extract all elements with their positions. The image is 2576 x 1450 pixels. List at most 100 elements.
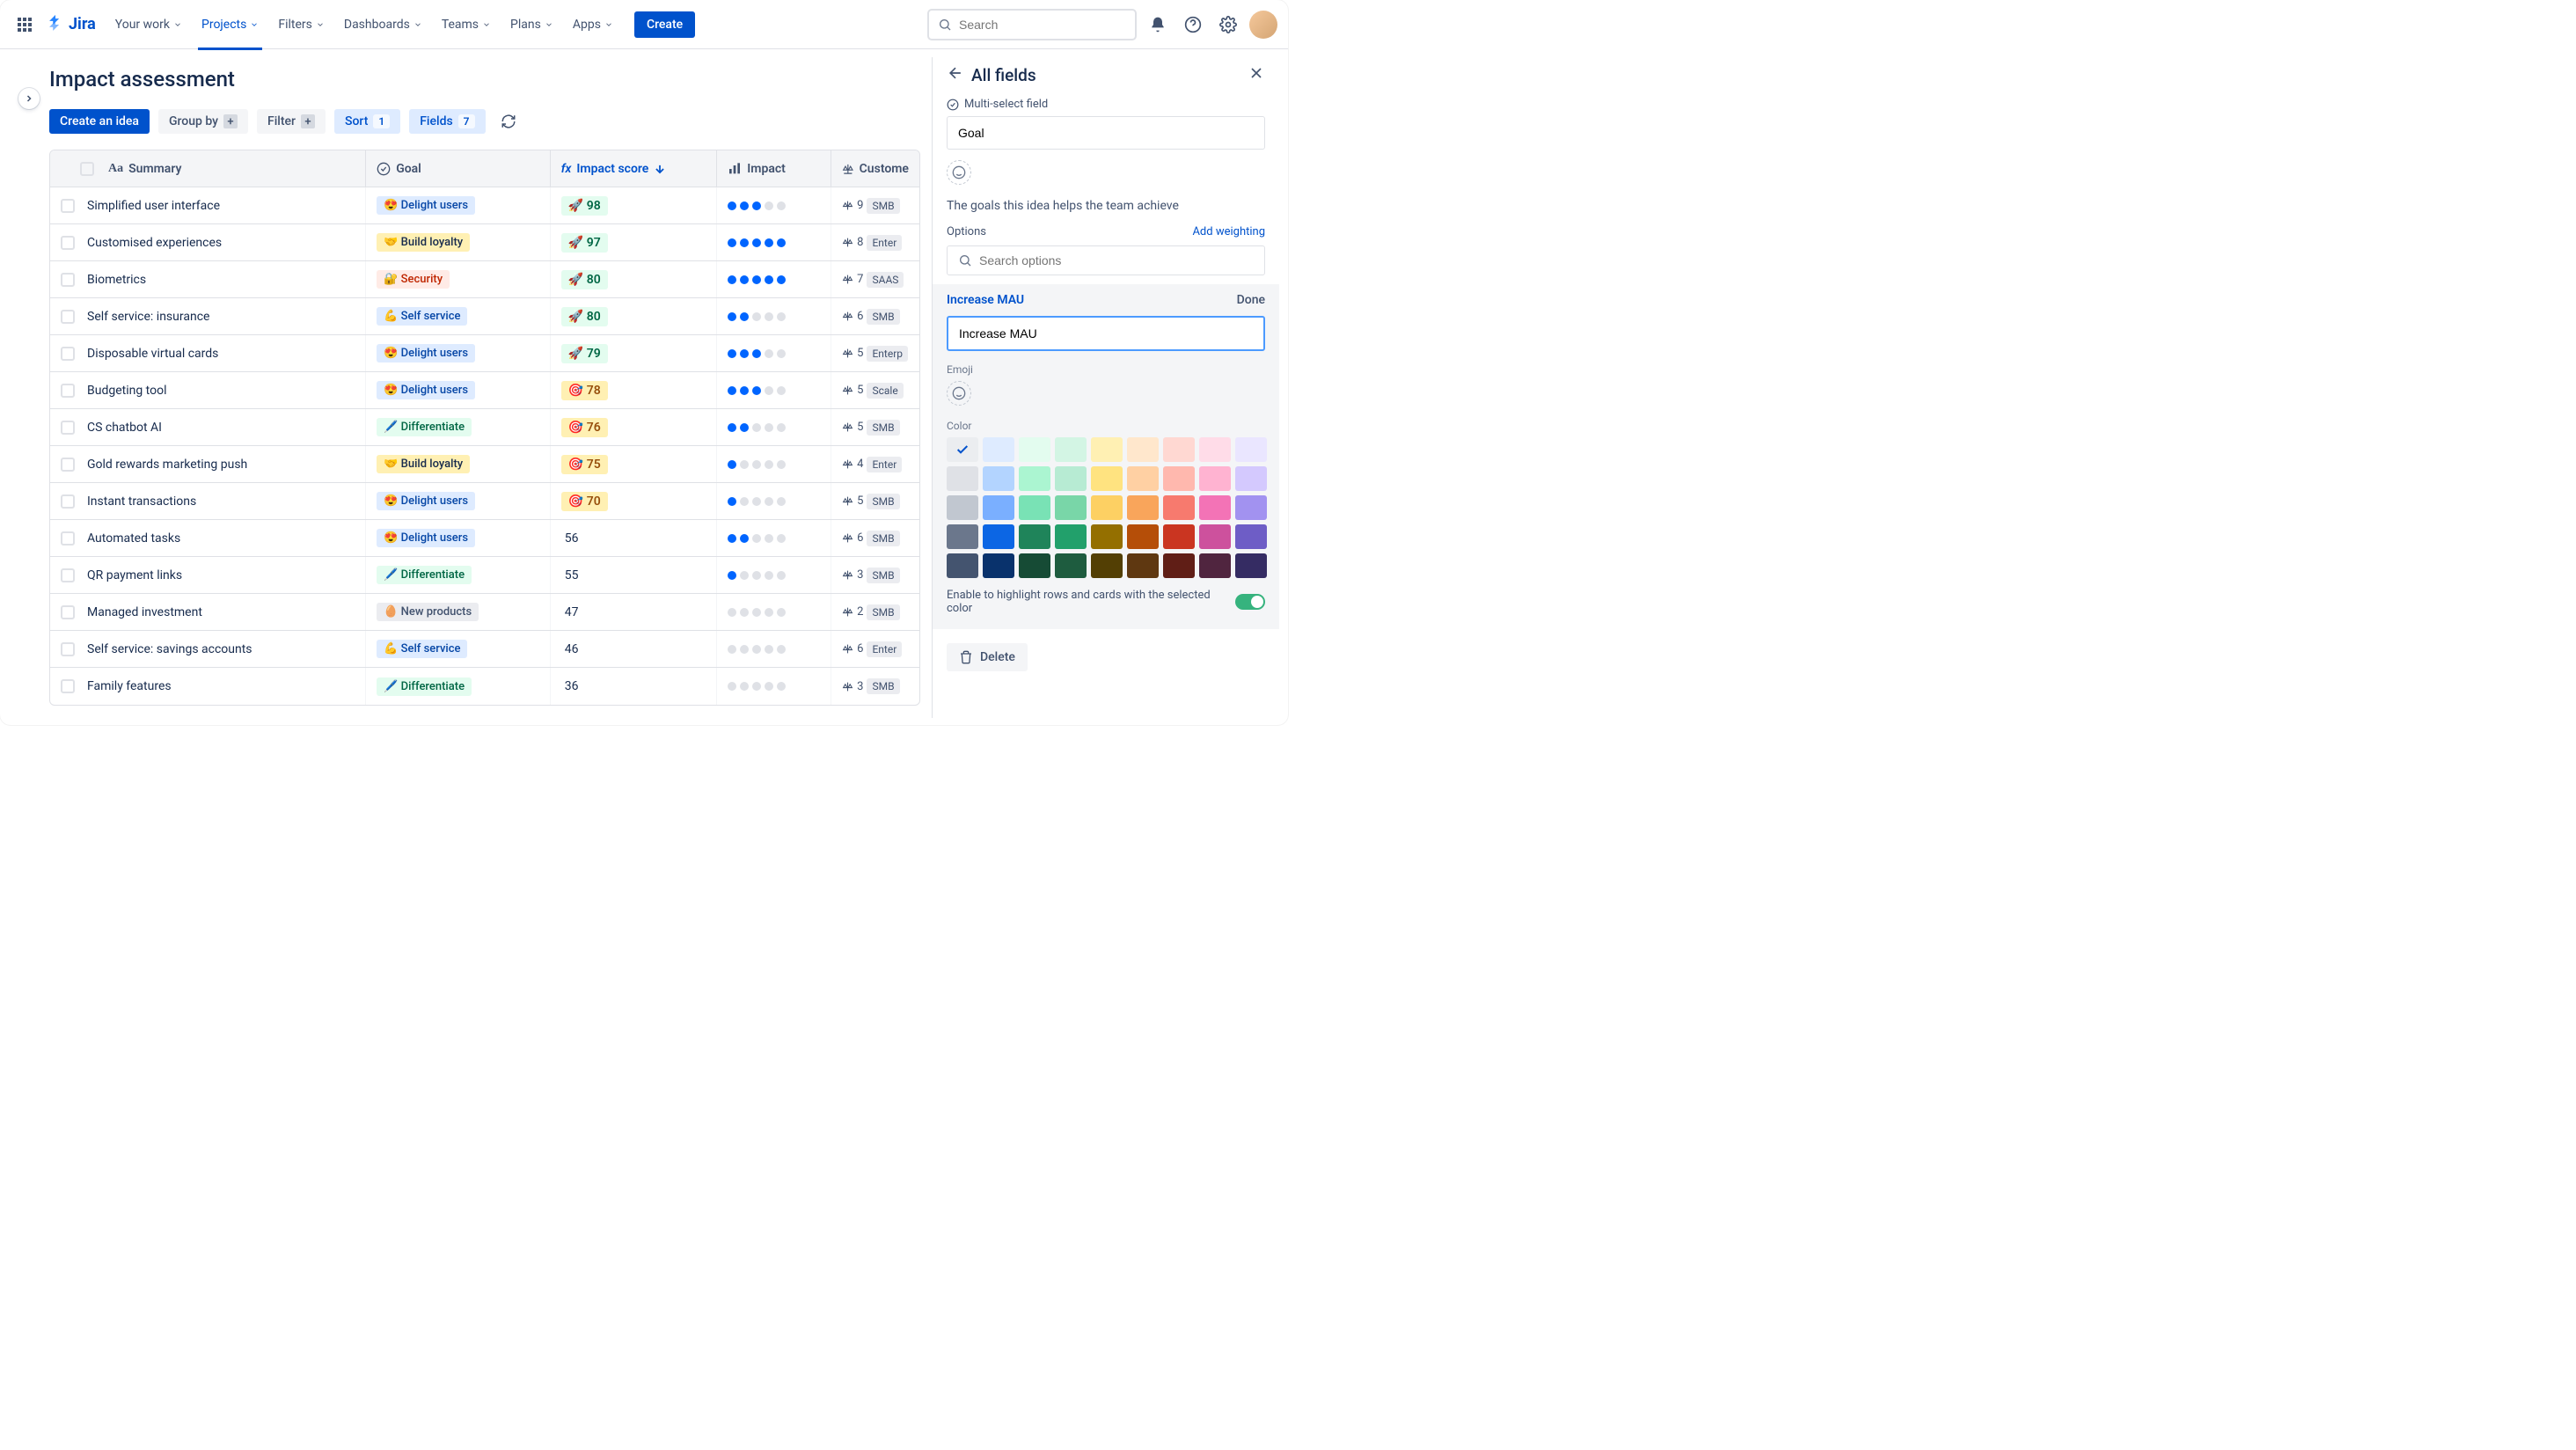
impact-dots[interactable] bbox=[728, 460, 786, 469]
color-swatch[interactable] bbox=[983, 495, 1014, 520]
color-swatch[interactable] bbox=[1055, 495, 1087, 520]
table-row[interactable]: Family features 🖊️ Differentiate 36 3SMB bbox=[50, 668, 919, 705]
impact-dots[interactable] bbox=[728, 608, 786, 617]
color-swatch[interactable] bbox=[1019, 437, 1050, 462]
color-swatch[interactable] bbox=[1055, 466, 1087, 491]
close-button[interactable] bbox=[1248, 64, 1265, 85]
groupby-button[interactable]: Group by+ bbox=[158, 109, 248, 134]
impact-dots[interactable] bbox=[728, 423, 786, 432]
color-swatch[interactable] bbox=[1199, 466, 1231, 491]
color-swatch[interactable] bbox=[1019, 466, 1050, 491]
color-swatch[interactable] bbox=[1091, 495, 1123, 520]
row-checkbox[interactable] bbox=[61, 568, 75, 582]
color-swatch[interactable] bbox=[1235, 524, 1267, 549]
impact-dots[interactable] bbox=[728, 349, 786, 358]
row-checkbox[interactable] bbox=[61, 384, 75, 398]
color-swatch[interactable] bbox=[1127, 437, 1159, 462]
color-swatch[interactable] bbox=[983, 553, 1014, 578]
impact-dots[interactable] bbox=[728, 571, 786, 580]
row-checkbox[interactable] bbox=[61, 421, 75, 435]
jira-logo[interactable]: Jira bbox=[46, 15, 96, 34]
row-checkbox[interactable] bbox=[61, 310, 75, 324]
table-row[interactable]: Gold rewards marketing push 🤝 Build loya… bbox=[50, 446, 919, 483]
nav-projects[interactable]: Projects bbox=[193, 11, 267, 39]
row-checkbox[interactable] bbox=[61, 236, 75, 250]
row-checkbox[interactable] bbox=[61, 458, 75, 472]
search-input[interactable] bbox=[959, 18, 1126, 32]
field-name-input[interactable] bbox=[947, 116, 1265, 150]
filter-button[interactable]: Filter+ bbox=[257, 109, 326, 134]
refresh-icon[interactable] bbox=[494, 107, 523, 135]
color-swatch[interactable] bbox=[1127, 495, 1159, 520]
done-button[interactable]: Done bbox=[1237, 293, 1265, 307]
option-emoji-picker[interactable] bbox=[947, 381, 971, 406]
color-swatch[interactable] bbox=[947, 437, 978, 462]
col-goal[interactable]: Goal bbox=[366, 150, 551, 187]
row-checkbox[interactable] bbox=[61, 347, 75, 361]
impact-dots[interactable] bbox=[728, 682, 786, 691]
color-swatch[interactable] bbox=[1163, 553, 1195, 578]
col-summary[interactable]: AaSummary bbox=[50, 150, 366, 187]
table-row[interactable]: Simplified user interface 😍 Delight user… bbox=[50, 187, 919, 224]
row-checkbox[interactable] bbox=[61, 273, 75, 287]
row-checkbox[interactable] bbox=[61, 199, 75, 213]
color-swatch[interactable] bbox=[1091, 466, 1123, 491]
search-options-input[interactable] bbox=[979, 253, 1254, 267]
color-swatch[interactable] bbox=[983, 524, 1014, 549]
color-swatch[interactable] bbox=[1019, 553, 1050, 578]
option-name-input[interactable] bbox=[947, 316, 1265, 351]
table-row[interactable]: Customised experiences 🤝 Build loyalty 🚀… bbox=[50, 224, 919, 261]
color-swatch[interactable] bbox=[1199, 437, 1231, 462]
col-impact-score[interactable]: fxImpact score bbox=[551, 150, 718, 187]
nav-your-work[interactable]: Your work bbox=[106, 11, 191, 39]
row-checkbox[interactable] bbox=[61, 679, 75, 693]
fields-button[interactable]: Fields7 bbox=[409, 109, 485, 134]
nav-dashboards[interactable]: Dashboards bbox=[335, 11, 431, 39]
table-row[interactable]: Automated tasks 😍 Delight users 56 6SMB bbox=[50, 520, 919, 557]
global-search[interactable] bbox=[927, 9, 1137, 40]
nav-teams[interactable]: Teams bbox=[433, 11, 500, 39]
color-swatch[interactable] bbox=[1163, 466, 1195, 491]
table-row[interactable]: Self service: insurance 💪 Self service 🚀… bbox=[50, 298, 919, 335]
table-row[interactable]: Budgeting tool 😍 Delight users 🎯 78 5Sca… bbox=[50, 372, 919, 409]
color-swatch[interactable] bbox=[1127, 553, 1159, 578]
color-swatch[interactable] bbox=[1235, 553, 1267, 578]
sort-button[interactable]: Sort1 bbox=[334, 109, 400, 134]
row-checkbox[interactable] bbox=[61, 494, 75, 509]
row-checkbox[interactable] bbox=[61, 642, 75, 656]
notifications-icon[interactable] bbox=[1144, 11, 1172, 39]
nav-plans[interactable]: Plans bbox=[501, 11, 562, 39]
highlight-toggle[interactable] bbox=[1235, 594, 1265, 610]
impact-dots[interactable] bbox=[728, 645, 786, 654]
color-swatch[interactable] bbox=[1091, 437, 1123, 462]
impact-dots[interactable] bbox=[728, 386, 786, 395]
delete-button[interactable]: Delete bbox=[947, 643, 1028, 671]
color-swatch[interactable] bbox=[1055, 553, 1087, 578]
back-button[interactable] bbox=[947, 64, 964, 85]
color-swatch[interactable] bbox=[1199, 553, 1231, 578]
table-row[interactable]: Disposable virtual cards 😍 Delight users… bbox=[50, 335, 919, 372]
table-row[interactable]: Managed investment 🥚 New products 47 2SM… bbox=[50, 594, 919, 631]
color-swatch[interactable] bbox=[1235, 495, 1267, 520]
col-customer[interactable]: Custome bbox=[831, 150, 919, 187]
color-swatch[interactable] bbox=[1163, 495, 1195, 520]
impact-dots[interactable] bbox=[728, 275, 786, 284]
color-swatch[interactable] bbox=[1235, 466, 1267, 491]
create-button[interactable]: Create bbox=[634, 11, 695, 38]
impact-dots[interactable] bbox=[728, 201, 786, 210]
color-swatch[interactable] bbox=[1019, 524, 1050, 549]
impact-dots[interactable] bbox=[728, 238, 786, 247]
table-row[interactable]: CS chatbot AI 🖊️ Differentiate 🎯 76 5SMB bbox=[50, 409, 919, 446]
color-swatch[interactable] bbox=[947, 466, 978, 491]
impact-dots[interactable] bbox=[728, 312, 786, 321]
color-swatch[interactable] bbox=[1199, 524, 1231, 549]
color-swatch[interactable] bbox=[947, 495, 978, 520]
select-all-checkbox[interactable] bbox=[80, 162, 94, 176]
settings-icon[interactable] bbox=[1214, 11, 1242, 39]
color-swatch[interactable] bbox=[1127, 524, 1159, 549]
table-row[interactable]: Self service: savings accounts 💪 Self se… bbox=[50, 631, 919, 668]
row-checkbox[interactable] bbox=[61, 605, 75, 619]
color-swatch[interactable] bbox=[1235, 437, 1267, 462]
create-idea-button[interactable]: Create an idea bbox=[49, 109, 150, 134]
nav-apps[interactable]: Apps bbox=[564, 11, 622, 39]
